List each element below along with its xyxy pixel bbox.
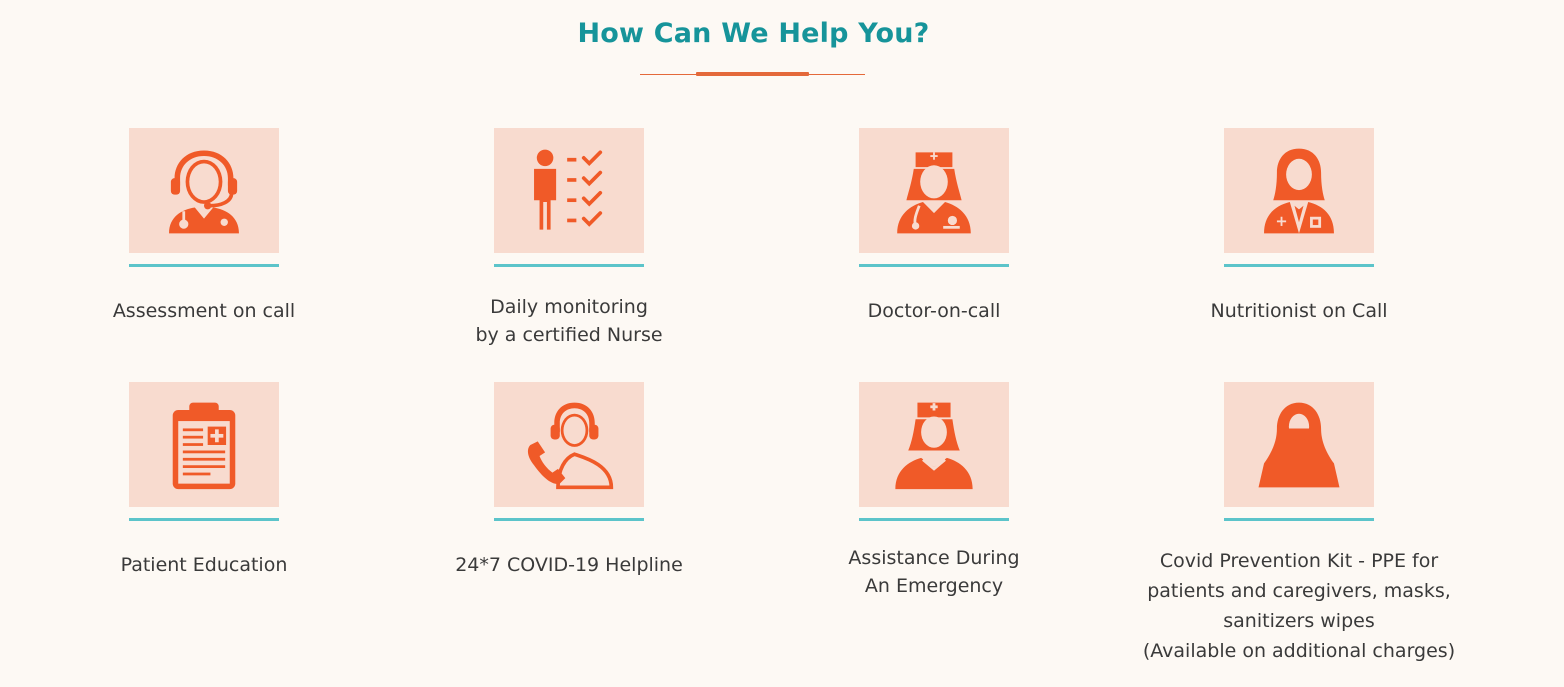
nutritionist-icon (1264, 148, 1334, 233)
service-icon-box (1224, 382, 1374, 507)
service-underline (494, 518, 644, 521)
helpline-phone-icon (527, 402, 614, 489)
service-label: Assistance During An Emergency (848, 547, 1020, 597)
service-label: Nutritionist on Call (1210, 300, 1388, 322)
service-underline (129, 518, 279, 521)
service-label: Patient Education (120, 554, 288, 576)
service-icon-box (859, 382, 1009, 507)
nurse-doctor-icon (897, 151, 971, 233)
service-icon-box (1224, 128, 1374, 253)
service-underline (859, 264, 1009, 267)
ppe-hood-icon (1258, 402, 1340, 487)
title-divider-accent (696, 72, 809, 76)
service-icon-box (129, 382, 279, 507)
service-icon-box (859, 128, 1009, 253)
service-underline (1224, 518, 1374, 521)
service-underline (1224, 264, 1374, 267)
service-underline (859, 518, 1009, 521)
emergency-nurse-icon (895, 402, 973, 489)
service-label: Doctor-on-call (867, 300, 1001, 322)
service-label: Assessment on call (112, 300, 296, 322)
service-underline (129, 264, 279, 267)
monitoring-checklist-icon (534, 149, 603, 230)
service-label: 24*7 COVID-19 Helpline (455, 554, 683, 576)
service-icon-box (494, 128, 644, 253)
service-icon-box (129, 128, 279, 253)
page-title: How Can We Help You? (577, 18, 930, 49)
service-label: Covid Prevention Kit - PPE for patients … (1142, 550, 1456, 662)
service-icon-box (494, 382, 644, 507)
doctor-headset-icon (169, 150, 239, 233)
clipboard-medical-icon (172, 402, 236, 489)
service-underline (494, 264, 644, 267)
service-label: Daily monitoring by a certified Nurse (475, 296, 663, 346)
